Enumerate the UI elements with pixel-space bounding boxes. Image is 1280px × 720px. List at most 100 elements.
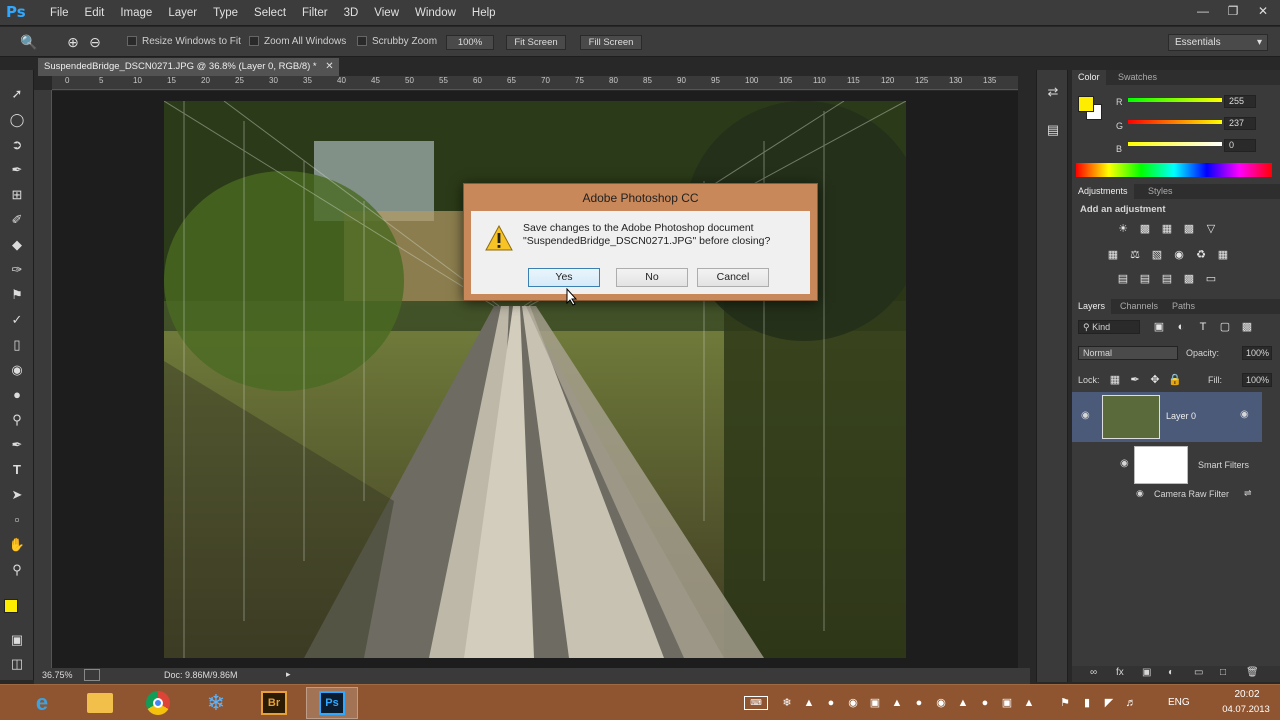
tab-paths[interactable]: Paths	[1166, 299, 1201, 314]
link-layers-icon[interactable]: ∞	[1090, 667, 1097, 678]
tab-swatches[interactable]: Swatches	[1112, 70, 1163, 85]
zoom-out-icon[interactable]: ⊖	[86, 33, 104, 51]
taskbar-bridge[interactable]: Br	[248, 687, 300, 719]
tray-icon-12[interactable]: ▲	[1022, 696, 1036, 710]
tray-icon-9[interactable]: ▲	[956, 696, 970, 710]
close-icon[interactable]: ✕	[325, 58, 333, 76]
menu-file[interactable]: File	[42, 0, 77, 26]
gradient-map-adj-icon[interactable]: ▭	[1204, 272, 1218, 286]
photo-filter-adj-icon[interactable]: ◉	[1172, 248, 1186, 262]
eraser-tool-icon[interactable]: ▯	[7, 335, 27, 355]
new-layer-icon[interactable]: □	[1220, 667, 1226, 678]
eyedropper-tool-icon[interactable]: ✐	[7, 210, 27, 230]
quick-mask-icon[interactable]: ▣	[7, 630, 27, 650]
brush-tool-icon[interactable]: ✑	[7, 260, 27, 280]
filter-type-icon[interactable]: T	[1196, 320, 1210, 334]
hand-tool-icon[interactable]: ✋	[7, 535, 27, 555]
foreground-color-swatch[interactable]	[4, 599, 18, 613]
levels-adj-icon[interactable]: ▩	[1138, 222, 1152, 236]
curves-adj-icon[interactable]: ▦	[1160, 222, 1174, 236]
menu-view[interactable]: View	[366, 0, 407, 26]
workspace-select[interactable]: Essentials ▾	[1168, 34, 1268, 51]
tray-icon-10[interactable]: ●	[978, 696, 992, 710]
fill-screen-button[interactable]: Fill Screen	[580, 35, 642, 50]
layer-style-icon[interactable]: fx	[1116, 667, 1124, 678]
cancel-button[interactable]: Cancel	[697, 268, 769, 287]
taskbar-file-explorer[interactable]	[74, 687, 126, 719]
lock-transparent-icon[interactable]: ▦	[1108, 373, 1122, 387]
blend-mode-select[interactable]: Normal	[1078, 346, 1178, 360]
posterize-adj-icon[interactable]: ▤	[1138, 272, 1152, 286]
dodge-tool-icon[interactable]: ⚲	[7, 410, 27, 430]
layer-row[interactable]: ◉ Layer 0 ◉	[1072, 392, 1262, 442]
balance-adj-icon[interactable]: ⚖	[1128, 248, 1142, 262]
zoom-level[interactable]: 36.75%	[42, 670, 73, 680]
language-indicator[interactable]: ENG	[1168, 697, 1190, 708]
close-button[interactable]: ✕	[1254, 2, 1272, 20]
yes-button[interactable]: Yes	[528, 268, 600, 287]
volume-icon[interactable]: ♬	[1124, 696, 1138, 710]
menu-help[interactable]: Help	[464, 0, 504, 26]
new-adjustment-icon[interactable]: ◐	[1168, 667, 1174, 678]
vibrance-adj-icon[interactable]: ▽	[1204, 222, 1218, 236]
status-arrow-icon[interactable]: ▸	[286, 669, 291, 680]
mixer-adj-icon[interactable]: ♻	[1194, 248, 1208, 262]
no-button[interactable]: No	[616, 268, 688, 287]
menu-window[interactable]: Window	[407, 0, 464, 26]
new-group-icon[interactable]: ▭	[1194, 667, 1203, 678]
menu-image[interactable]: Image	[112, 0, 160, 26]
taskbar-internet-explorer[interactable]: e	[16, 687, 68, 719]
quick-select-tool-icon[interactable]: ✒	[7, 160, 27, 180]
threshold-adj-icon[interactable]: ▤	[1160, 272, 1174, 286]
resize-windows-checkbox[interactable]	[127, 36, 137, 46]
healing-tool-icon[interactable]: ◆	[7, 235, 27, 255]
document-tab[interactable]: SuspendedBridge_DSCN0271.JPG @ 36.8% (La…	[38, 58, 339, 76]
filter-options-icon[interactable]: ⇌	[1244, 488, 1252, 499]
menu-3d[interactable]: 3D	[336, 0, 367, 26]
bw-adj-icon[interactable]: ▧	[1150, 248, 1164, 262]
camera-raw-filter-row[interactable]: ◉ Camera Raw Filter ⇌	[1072, 488, 1262, 502]
hue-adj-icon[interactable]: ▦	[1106, 248, 1120, 262]
crop-tool-icon[interactable]: ⊞	[7, 185, 27, 205]
filter-shape-icon[interactable]: ▢	[1218, 320, 1232, 334]
tray-icon-4[interactable]: ◉	[846, 696, 860, 710]
zoom-tool-icon[interactable]: 🔍	[20, 33, 38, 51]
move-tool-icon[interactable]: ➚	[7, 84, 27, 104]
taskbar-chrome[interactable]	[132, 687, 184, 719]
r-value[interactable]: 255	[1224, 95, 1256, 108]
eye-icon[interactable]: ◉	[1081, 410, 1090, 421]
lock-pixels-icon[interactable]: ✒	[1128, 373, 1142, 387]
tray-icon-5[interactable]: ▣	[868, 696, 882, 710]
paint-bucket-tool-icon[interactable]: ◉	[7, 360, 27, 380]
g-slider[interactable]	[1128, 120, 1222, 124]
clock-time[interactable]: 20:02	[1222, 689, 1272, 700]
selective-color-adj-icon[interactable]: ▩	[1182, 272, 1196, 286]
scrubby-zoom-checkbox[interactable]	[357, 36, 367, 46]
marquee-tool-icon[interactable]: ◯	[7, 110, 27, 130]
tab-color[interactable]: Color	[1072, 70, 1106, 85]
filter-smart-icon[interactable]: ▩	[1240, 320, 1254, 334]
opacity-input[interactable]: 100%	[1242, 346, 1272, 360]
pen-tool-icon[interactable]: ✒	[7, 435, 27, 455]
smart-filters-row[interactable]: ◉ Smart Filters	[1072, 444, 1262, 484]
b-value[interactable]: 0	[1224, 139, 1256, 152]
tray-icon-3[interactable]: ●	[824, 696, 838, 710]
shape-tool-icon[interactable]: ▫	[7, 510, 27, 530]
tab-layers[interactable]: Layers	[1072, 299, 1112, 314]
tray-icon-7[interactable]: ●	[912, 696, 926, 710]
fill-input[interactable]: 100%	[1242, 373, 1272, 387]
clock-date[interactable]: 04.07.2013	[1218, 704, 1274, 715]
lasso-tool-icon[interactable]: ➲	[7, 135, 27, 155]
trash-icon[interactable]: 🗑	[1246, 667, 1259, 678]
tray-icon-1[interactable]: ❄	[780, 696, 794, 710]
exposure-adj-icon[interactable]: ▩	[1182, 222, 1196, 236]
tab-channels[interactable]: Channels	[1114, 299, 1164, 314]
layer-name[interactable]: Layer 0	[1166, 411, 1196, 421]
zoom-all-checkbox[interactable]	[249, 36, 259, 46]
tray-icon-11[interactable]: ▣	[1000, 696, 1014, 710]
properties-panel-icon[interactable]: ▤	[1043, 120, 1063, 140]
battery-icon[interactable]: ▮	[1080, 696, 1094, 710]
color-foreground-swatch[interactable]	[1078, 96, 1094, 112]
eye-icon[interactable]: ◉	[1136, 488, 1144, 499]
filter-adjustment-icon[interactable]: ◐	[1174, 320, 1188, 334]
